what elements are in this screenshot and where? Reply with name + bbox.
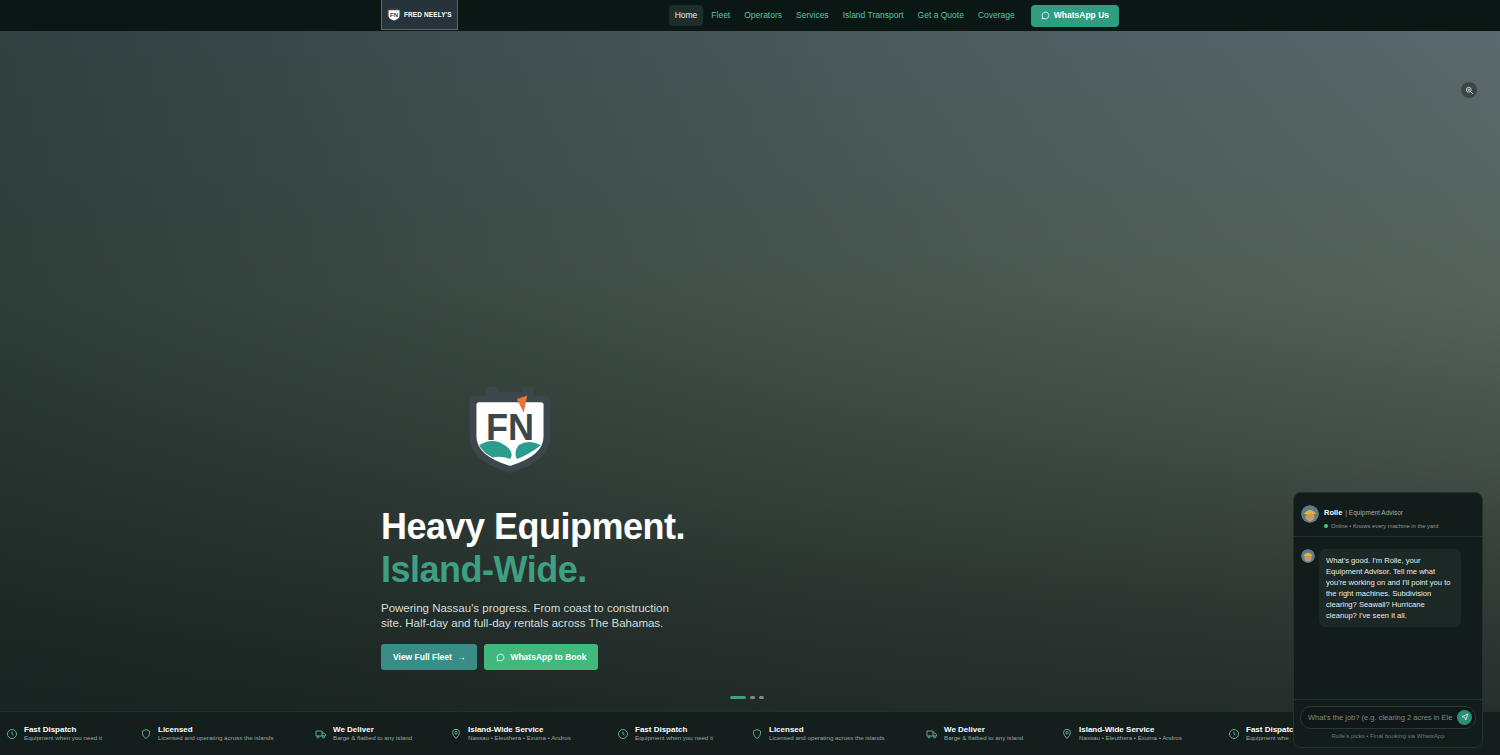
hero-title: Heavy Equipment. Island-Wide.: [381, 505, 1119, 591]
nav-links: HomeFleetOperatorsServicesIsland Transpo…: [669, 5, 1021, 25]
feature-title: Fast Dispatch: [1246, 725, 1298, 735]
chat-widget: Rolle| Equipment Advisor Online • Knows …: [1293, 492, 1483, 748]
whatsapp-book-button[interactable]: WhatsApp to Book: [484, 644, 598, 670]
shield-icon: [140, 728, 152, 740]
page: FN FRED NEELY'S HomeFleetOperatorsServic…: [0, 0, 1500, 755]
feature-item: Island-Wide ServiceNassau • Eleuthera • …: [450, 725, 617, 743]
nav-link[interactable]: Coverage: [972, 5, 1021, 25]
hero-title-line: Heavy Equipment.: [381, 506, 685, 547]
chat-message: What's good. I'm Rolle, your Equipment A…: [1301, 549, 1475, 627]
hero-title-highlight: Island-Wide.: [381, 548, 1119, 591]
feature-text: LicensedLicensed and operating across th…: [158, 725, 274, 743]
hero: FN Heavy Equipment. Island-Wide. Powerin…: [0, 31, 1500, 711]
feature-item: Fast DispatchEquipment when you need it: [617, 725, 751, 743]
clock-icon: [617, 728, 629, 740]
feature-subtitle: Nassau • Eleuthera • Exuma • Andros: [1079, 734, 1182, 742]
whatsapp-us-button[interactable]: WhatsApp Us: [1031, 5, 1119, 27]
whatsapp-us-label: WhatsApp Us: [1054, 9, 1109, 22]
clock-icon: [1228, 728, 1240, 740]
feature-text: Island-Wide ServiceNassau • Eleuthera • …: [1079, 725, 1182, 743]
nav-link[interactable]: Island Transport: [837, 5, 910, 25]
brand-name: FRED NEELY'S: [404, 10, 452, 20]
slide-indicators: [730, 696, 764, 699]
chat-footer: Rolle's picks • Final booking via WhatsA…: [1300, 729, 1476, 745]
feature-text: We DeliverBarge & flatbed to any island: [333, 725, 412, 743]
clock-icon: [6, 728, 18, 740]
advisor-name: Rolle: [1324, 508, 1342, 517]
logo-emblem-icon: FN: [387, 7, 401, 22]
feature-text: We DeliverBarge & flatbed to any island: [944, 725, 1023, 743]
fn-emblem-icon: FN: [467, 383, 553, 475]
slide-dot[interactable]: [759, 696, 764, 699]
pin-icon: [450, 728, 462, 740]
truck-icon: [315, 728, 327, 740]
feature-item: LicensedLicensed and operating across th…: [140, 725, 315, 743]
feature-subtitle: Nassau • Eleuthera • Exuma • Andros: [468, 734, 571, 742]
feature-title: Licensed: [769, 725, 885, 735]
feature-item: We DeliverBarge & flatbed to any island: [926, 725, 1061, 743]
view-fleet-button[interactable]: View Full Fleet →: [381, 644, 477, 670]
nav-link[interactable]: Services: [790, 5, 835, 25]
chat-messages: What's good. I'm Rolle, your Equipment A…: [1294, 537, 1482, 699]
chat-input-area: Rolle's picks • Final booking via WhatsA…: [1294, 699, 1482, 747]
feature-subtitle: Equipment when you need it: [24, 734, 102, 742]
feature-text: Island-Wide ServiceNassau • Eleuthera • …: [468, 725, 571, 743]
send-icon[interactable]: [1457, 710, 1472, 725]
feature-title: Licensed: [158, 725, 274, 735]
feature-subtitle: Barge & flatbed to any island: [333, 734, 412, 742]
arrow-icon: →: [457, 651, 466, 664]
advisor-avatar-icon: [1301, 549, 1315, 563]
brand-logo[interactable]: FN FRED NEELY'S: [381, 0, 458, 30]
feature-title: Island-Wide Service: [468, 725, 571, 735]
feature-title: Fast Dispatch: [24, 725, 102, 735]
nav-link[interactable]: Home: [669, 5, 704, 25]
chat-input[interactable]: [1308, 709, 1457, 726]
feature-subtitle: Equipment whe: [1246, 734, 1298, 742]
slide-dot[interactable]: [730, 696, 746, 699]
chat-field: [1300, 706, 1476, 729]
feature-subtitle: Equipment when you need it: [635, 734, 713, 742]
view-fleet-label: View Full Fleet: [393, 651, 452, 664]
nav-link[interactable]: Get a Quote: [912, 5, 970, 25]
advisor-avatar-icon: [1301, 505, 1319, 523]
advisor-status: Online • Knows every machine in the yard: [1331, 522, 1438, 531]
feature-item: LicensedLicensed and operating across th…: [751, 725, 926, 743]
feature-title: Fast Dispatch: [635, 725, 713, 735]
feature-subtitle: Licensed and operating across the island…: [158, 734, 274, 742]
pin-icon: [1061, 728, 1073, 740]
top-navbar: FN FRED NEELY'S HomeFleetOperatorsServic…: [0, 0, 1500, 31]
feature-title: We Deliver: [944, 725, 1023, 735]
feature-title: We Deliver: [333, 725, 412, 735]
whatsapp-book-label: WhatsApp to Book: [510, 651, 586, 664]
feature-text: Fast DispatchEquipment when you need it: [635, 725, 713, 743]
nav-link[interactable]: Operators: [738, 5, 788, 25]
advisor-role: | Equipment Advisor: [1345, 509, 1403, 516]
whatsapp-icon: [1041, 11, 1050, 20]
zoom-icon[interactable]: [1461, 82, 1477, 98]
whatsapp-icon: [496, 653, 505, 662]
feature-text: LicensedLicensed and operating across th…: [769, 725, 885, 743]
feature-text: Fast DispatchEquipment whe: [1246, 725, 1298, 743]
shield-icon: [751, 728, 763, 740]
nav-link[interactable]: Fleet: [705, 5, 736, 25]
chat-header: Rolle| Equipment Advisor Online • Knows …: [1294, 493, 1482, 537]
online-dot: [1324, 524, 1328, 528]
hero-buttons: View Full Fleet → WhatsApp to Book: [381, 644, 1119, 670]
feature-item: Fast DispatchEquipment when you need it: [6, 725, 140, 743]
feature-subtitle: Licensed and operating across the island…: [769, 734, 885, 742]
emblem-letters: FN: [486, 407, 534, 448]
feature-text: Fast DispatchEquipment when you need it: [24, 725, 102, 743]
feature-item: We DeliverBarge & flatbed to any island: [315, 725, 450, 743]
hero-subtitle: Powering Nassau's progress. From coast t…: [381, 601, 671, 630]
logo-letters: FN: [390, 11, 399, 18]
feature-subtitle: Barge & flatbed to any island: [944, 734, 1023, 742]
feature-title: Island-Wide Service: [1079, 725, 1182, 735]
slide-dot[interactable]: [750, 696, 755, 699]
chat-bubble: What's good. I'm Rolle, your Equipment A…: [1319, 549, 1461, 627]
truck-icon: [926, 728, 938, 740]
feature-item: Island-Wide ServiceNassau • Eleuthera • …: [1061, 725, 1228, 743]
feature-ticker: Fast DispatchEquipment when you need itL…: [0, 711, 1500, 755]
